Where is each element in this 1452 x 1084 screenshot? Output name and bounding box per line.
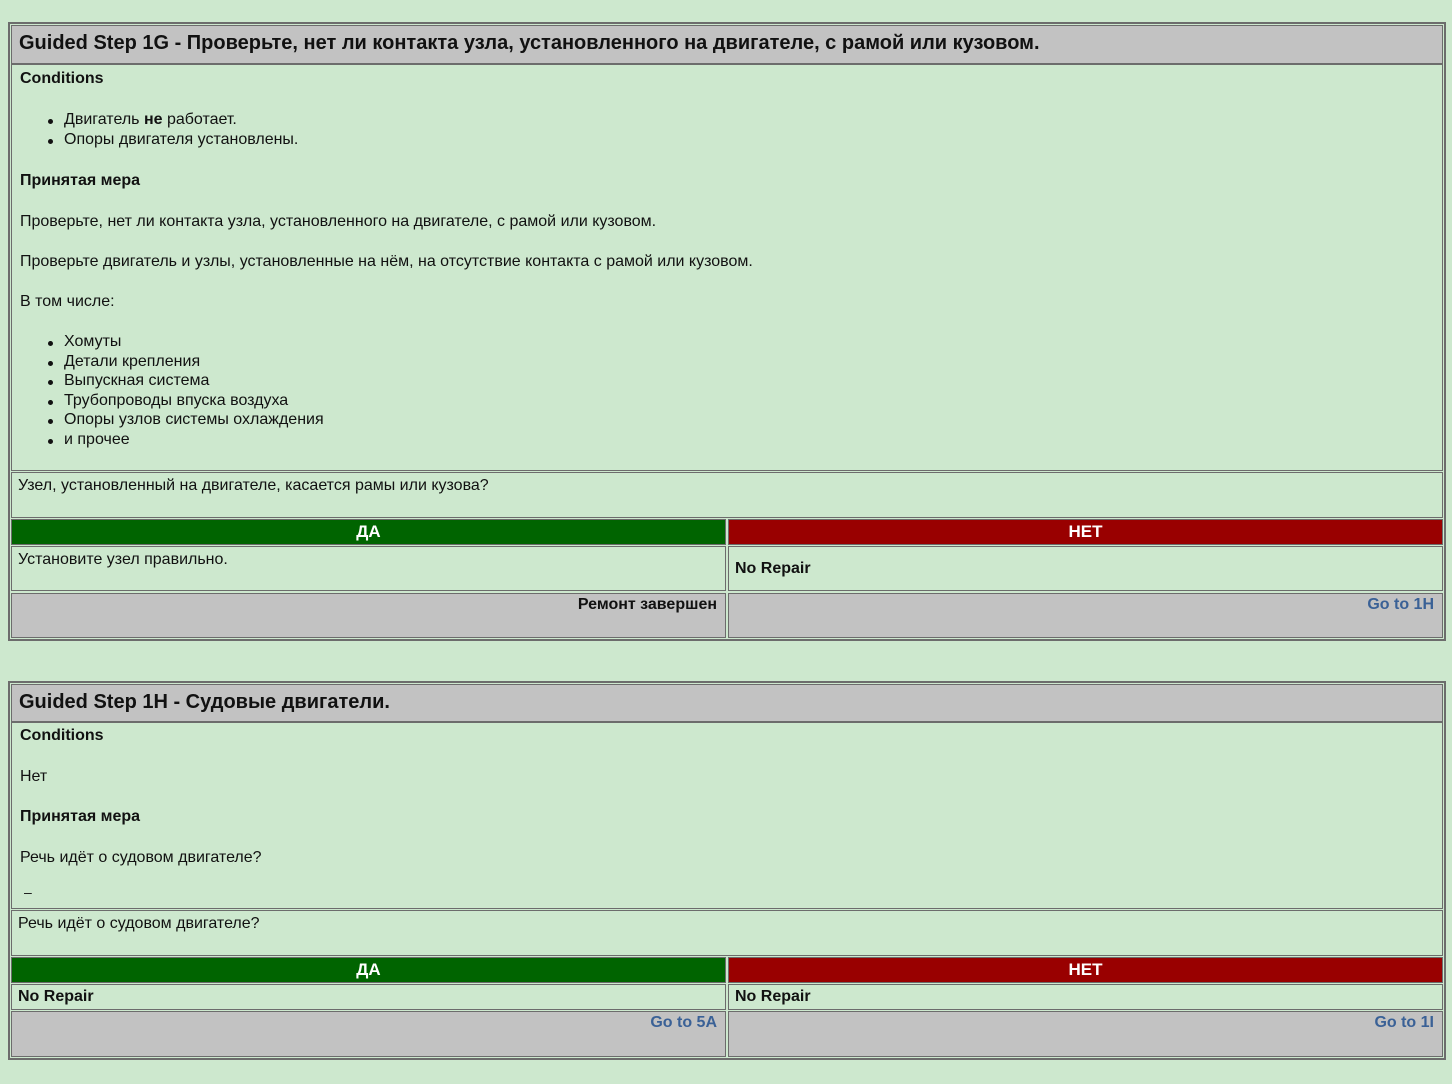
no-header: НЕТ <box>728 519 1443 545</box>
yes-result: No Repair <box>11 984 726 1010</box>
no-action: Go to 1H <box>728 593 1443 638</box>
component-item: Детали крепления <box>20 352 324 372</box>
go-to-1i-link[interactable]: Go to 1I <box>1374 1014 1434 1031</box>
yes-result: Установите узел правильно. <box>11 546 726 591</box>
step-title-text: Guided Step 1G - Проверьте, нет ли конта… <box>19 32 1040 54</box>
conditions-heading: Conditions <box>20 727 104 744</box>
component-item: Хомуты <box>20 332 324 352</box>
components-list: Хомуты Детали крепления Выпускная систем… <box>20 332 324 450</box>
step-body: Conditions Нет Принятая мера Речь идёт о… <box>11 722 1443 909</box>
component-item: и прочее <box>20 430 324 450</box>
empty-marker: – <box>24 884 32 900</box>
action-paragraph: Проверьте двигатель и узлы, установленны… <box>20 253 753 270</box>
condition-item: Двигатель не работает. <box>20 110 298 130</box>
component-item: Выпускная система <box>20 371 324 391</box>
conditions-list: Двигатель не работает. Опоры двигателя у… <box>20 110 298 149</box>
yes-header: ДА <box>11 957 726 983</box>
step-title: Guided Step 1H - Судовые двигатели. <box>11 684 1443 722</box>
go-to-5a-link[interactable]: Go to 5A <box>650 1014 717 1031</box>
component-item: Трубопроводы впуска воздуха <box>20 391 324 411</box>
yes-action: Go to 5A <box>11 1011 726 1057</box>
no-header: НЕТ <box>728 957 1443 983</box>
condition-item: Опоры двигателя установлены. <box>20 130 298 150</box>
guided-step-1g: Guided Step 1G - Проверьте, нет ли конта… <box>8 22 1446 641</box>
question-cell: Речь идёт о судовом двигателе? <box>11 910 1443 956</box>
action-heading: Принятая мера <box>20 808 141 825</box>
question-text: Речь идёт о судовом двигателе? <box>18 915 260 932</box>
conditions-text: Нет <box>20 768 48 785</box>
go-to-1h-link[interactable]: Go to 1H <box>1367 596 1434 613</box>
action-paragraph: Проверьте, нет ли контакта узла, установ… <box>20 213 657 230</box>
component-item: Опоры узлов системы охлаждения <box>20 410 324 430</box>
including-label: В том числе: <box>20 293 115 310</box>
guided-step-1h: Guided Step 1H - Судовые двигатели. Cond… <box>8 681 1446 1060</box>
yes-action: Ремонт завершен <box>11 593 726 638</box>
step-body: Conditions Двигатель не работает. Опоры … <box>11 64 1443 471</box>
repair-complete-label: Ремонт завершен <box>577 596 717 613</box>
step-title-text: Guided Step 1H - Судовые двигатели. <box>19 691 390 713</box>
question-text: Узел, установленный на двигателе, касает… <box>18 477 489 494</box>
action-paragraph: Речь идёт о судовом двигателе? <box>20 849 262 866</box>
question-cell: Узел, установленный на двигателе, касает… <box>11 472 1443 518</box>
no-result: No Repair <box>728 546 1443 591</box>
step-title: Guided Step 1G - Проверьте, нет ли конта… <box>11 25 1443 64</box>
action-heading: Принятая мера <box>20 172 141 189</box>
conditions-heading: Conditions <box>20 70 104 87</box>
yes-header: ДА <box>11 519 726 545</box>
no-action: Go to 1I <box>728 1011 1443 1057</box>
no-result: No Repair <box>728 984 1443 1010</box>
